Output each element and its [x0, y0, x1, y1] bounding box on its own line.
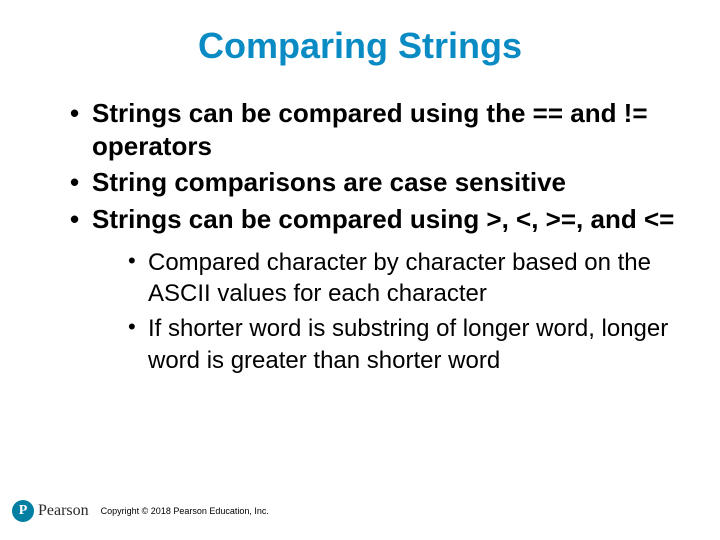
list-item: Strings can be compared using the == and… [70, 97, 680, 162]
main-bullet-list: Strings can be compared using the == and… [40, 97, 680, 376]
copyright-text: Copyright © 2018 Pearson Education, Inc. [101, 506, 269, 516]
list-item: If shorter word is substring of longer w… [128, 313, 680, 375]
slide: Comparing Strings Strings can be compare… [0, 0, 720, 540]
list-item-text: Strings can be compared using >, <, >=, … [92, 204, 674, 234]
pearson-logo-mark: P [19, 503, 28, 519]
footer: P Pearson Copyright © 2018 Pearson Educa… [12, 500, 269, 522]
sub-bullet-list: Compared character by character based on… [92, 247, 680, 376]
list-item: Compared character by character based on… [128, 247, 680, 309]
list-item: Strings can be compared using >, <, >=, … [70, 203, 680, 376]
pearson-logo: P Pearson [12, 500, 89, 522]
pearson-logo-icon: P [12, 500, 34, 522]
list-item: String comparisons are case sensitive [70, 166, 680, 199]
slide-title: Comparing Strings [40, 25, 680, 67]
pearson-logo-word: Pearson [38, 502, 89, 520]
